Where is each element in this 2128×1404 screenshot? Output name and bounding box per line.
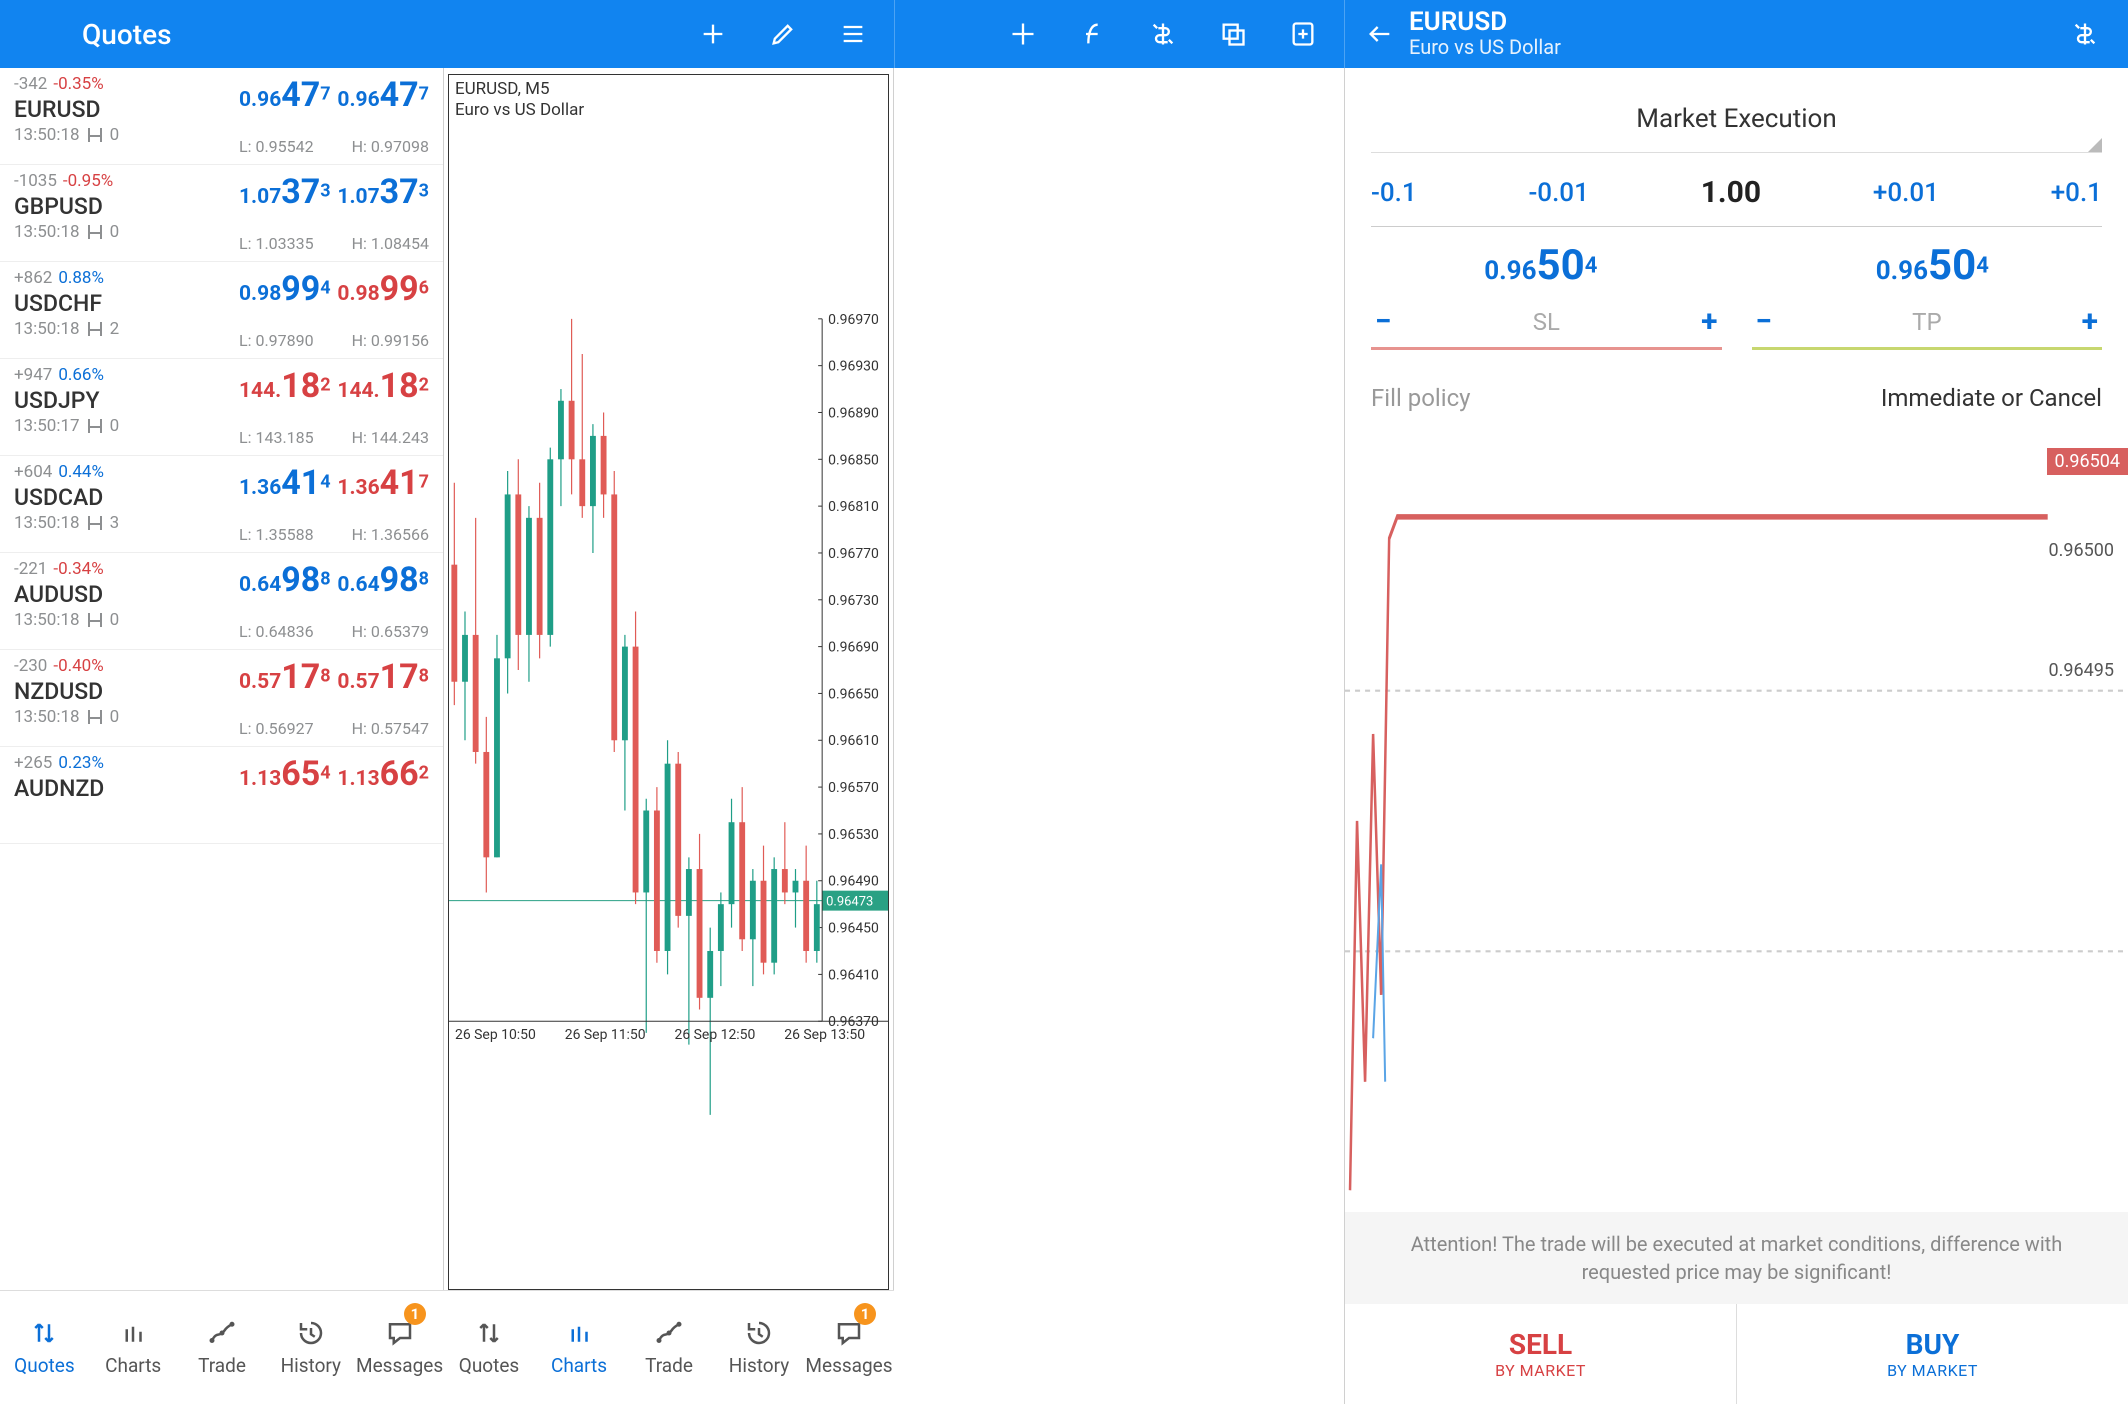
quote-row[interactable]: -230-0.40% NZDUSD 13:50:180 0.57178 0.57… bbox=[0, 650, 443, 747]
tab-history[interactable]: History bbox=[714, 1291, 804, 1404]
order-symbol-desc: Euro vs US Dollar bbox=[1409, 35, 1561, 59]
attention-text: Attention! The trade will be executed at… bbox=[1345, 1212, 2128, 1304]
quote-row[interactable]: -1035-0.95% GBPUSD 13:50:180 1.07373 1.0… bbox=[0, 165, 443, 262]
sl-plus-icon[interactable]: + bbox=[1701, 307, 1717, 337]
menu-icon[interactable] bbox=[24, 17, 58, 51]
tab-charts[interactable]: Charts bbox=[534, 1291, 624, 1404]
tabs-panel-1: QuotesChartsTradeHistoryMessages1 bbox=[0, 1290, 444, 1404]
tp-minus-icon[interactable]: − bbox=[1756, 307, 1773, 337]
svg-text:0.96850: 0.96850 bbox=[828, 452, 879, 468]
quote-row[interactable]: +8620.88% USDCHF 13:50:182 0.98994 0.989… bbox=[0, 262, 443, 359]
messages-badge: 1 bbox=[404, 1303, 426, 1325]
quotes-title: Quotes bbox=[82, 18, 171, 51]
new-order-icon[interactable] bbox=[1286, 17, 1320, 51]
svg-text:0.96930: 0.96930 bbox=[828, 359, 879, 375]
menu-lines-icon[interactable] bbox=[836, 17, 870, 51]
messages-badge: 1 bbox=[854, 1303, 876, 1325]
candlestick-chart[interactable]: 0.96970 0.96930 0.96890 0.96850 0.96810 0.967… bbox=[449, 75, 888, 1289]
svg-text:0.96530: 0.96530 bbox=[828, 827, 879, 843]
svg-text:26 Sep 13:50: 26 Sep 13:50 bbox=[784, 1027, 865, 1043]
chart-toolbar bbox=[894, 0, 1344, 68]
quotes-appbar: Quotes bbox=[0, 0, 444, 68]
vol-step-minus-001[interactable]: -0.01 bbox=[1528, 178, 1588, 208]
svg-text:26 Sep 11:50: 26 Sep 11:50 bbox=[565, 1027, 646, 1043]
svg-text:0.96730: 0.96730 bbox=[828, 593, 879, 609]
order-ask: 0.96504 bbox=[1876, 245, 1989, 287]
svg-text:0.96650: 0.96650 bbox=[828, 686, 879, 702]
svg-text:0.96890: 0.96890 bbox=[828, 405, 879, 421]
back-arrow-icon[interactable] bbox=[1363, 17, 1397, 51]
trade-dollar-icon[interactable] bbox=[1146, 17, 1180, 51]
vol-step-plus-01[interactable]: +0.1 bbox=[2051, 178, 2102, 208]
sl-minus-icon[interactable]: − bbox=[1375, 307, 1392, 337]
tab-charts[interactable]: Charts bbox=[89, 1291, 178, 1404]
tp-plus-icon[interactable]: + bbox=[2082, 307, 2098, 337]
tab-quotes[interactable]: Quotes bbox=[0, 1291, 89, 1404]
plus-icon[interactable] bbox=[696, 17, 730, 51]
tab-messages[interactable]: Messages1 bbox=[355, 1291, 444, 1404]
chart-title: EURUSD, M5 Euro vs US Dollar bbox=[455, 79, 584, 122]
tick-chart: 0.96504 0.96500 0.96495 bbox=[1345, 430, 2128, 1212]
buy-button[interactable]: BUYBY MARKET bbox=[1736, 1304, 2128, 1404]
quote-row[interactable]: +2650.23% AUDNZD 1.13654 1.13662 bbox=[0, 747, 443, 844]
trade-dollar-icon[interactable] bbox=[2068, 17, 2102, 51]
quote-row[interactable]: -342-0.35% EURUSD 13:50:180 0.96477 0.96… bbox=[0, 68, 443, 165]
order-panel: Market Execution -0.1 -0.01 1.00 +0.01 +… bbox=[1344, 68, 2128, 1404]
svg-text:0.96450: 0.96450 bbox=[828, 921, 879, 937]
quote-row[interactable]: -221-0.34% AUDUSD 13:50:180 0.64988 0.64… bbox=[0, 553, 443, 650]
svg-text:0.96810: 0.96810 bbox=[828, 499, 879, 515]
tab-trade[interactable]: Trade bbox=[178, 1291, 267, 1404]
tab-trade[interactable]: Trade bbox=[624, 1291, 714, 1404]
crosshair-icon[interactable] bbox=[1006, 17, 1040, 51]
function-icon[interactable] bbox=[1076, 17, 1110, 51]
pencil-icon[interactable] bbox=[766, 17, 800, 51]
windows-icon[interactable] bbox=[1216, 17, 1250, 51]
svg-text:0.96970: 0.96970 bbox=[828, 312, 879, 328]
svg-text:0.96690: 0.96690 bbox=[828, 640, 879, 656]
order-bid: 0.96504 bbox=[1484, 245, 1597, 287]
order-prices: 0.96504 0.96504 bbox=[1345, 245, 2128, 287]
tab-messages[interactable]: Messages1 bbox=[804, 1291, 894, 1404]
svg-text:0.96473: 0.96473 bbox=[826, 895, 873, 910]
svg-text:0.96770: 0.96770 bbox=[828, 546, 879, 562]
order-symbol: EURUSD bbox=[1409, 9, 1561, 35]
vol-step-minus-01[interactable]: -0.1 bbox=[1371, 178, 1417, 208]
buy-sell-row: SELLBY MARKET BUYBY MARKET bbox=[1345, 1304, 2128, 1404]
tab-history[interactable]: History bbox=[266, 1291, 355, 1404]
volume-adjuster: -0.1 -0.01 1.00 +0.01 +0.1 bbox=[1371, 175, 2102, 227]
stoploss-input[interactable]: − SL + bbox=[1371, 299, 1722, 350]
svg-text:0.96490: 0.96490 bbox=[828, 874, 879, 890]
sell-button[interactable]: SELLBY MARKET bbox=[1345, 1304, 1736, 1404]
execution-type-dropdown[interactable]: Market Execution bbox=[1371, 94, 2102, 153]
svg-text:26 Sep 10:50: 26 Sep 10:50 bbox=[455, 1027, 536, 1043]
svg-text:26 Sep 12:50: 26 Sep 12:50 bbox=[674, 1027, 755, 1043]
fill-policy-row[interactable]: Fill policy Immediate or Cancel bbox=[1371, 384, 2102, 412]
tabs-panel-2: QuotesChartsTradeHistoryMessages1 bbox=[444, 1290, 894, 1404]
svg-text:0.96410: 0.96410 bbox=[828, 967, 879, 983]
volume-input[interactable]: 1.00 bbox=[1701, 175, 1761, 210]
takeprofit-input[interactable]: − TP + bbox=[1752, 299, 2103, 350]
tick-price-badge: 0.96504 bbox=[2047, 448, 2128, 475]
chart-panel[interactable]: EURUSD, M5 Euro vs US Dollar 0.969700.96… bbox=[444, 68, 894, 1290]
quote-row[interactable]: +6040.44% USDCAD 13:50:183 1.36414 1.364… bbox=[0, 456, 443, 553]
order-appbar: EURUSD Euro vs US Dollar bbox=[1344, 0, 2128, 68]
quote-row[interactable]: +9470.66% USDJPY 13:50:170 144.182 144.1… bbox=[0, 359, 443, 456]
svg-text:0.96570: 0.96570 bbox=[828, 780, 879, 796]
tab-quotes[interactable]: Quotes bbox=[444, 1291, 534, 1404]
quotes-list[interactable]: -342-0.35% EURUSD 13:50:180 0.96477 0.96… bbox=[0, 68, 444, 1290]
vol-step-plus-001[interactable]: +0.01 bbox=[1873, 178, 1939, 208]
svg-text:0.96610: 0.96610 bbox=[828, 733, 879, 749]
quotes-toolbar bbox=[444, 0, 894, 68]
